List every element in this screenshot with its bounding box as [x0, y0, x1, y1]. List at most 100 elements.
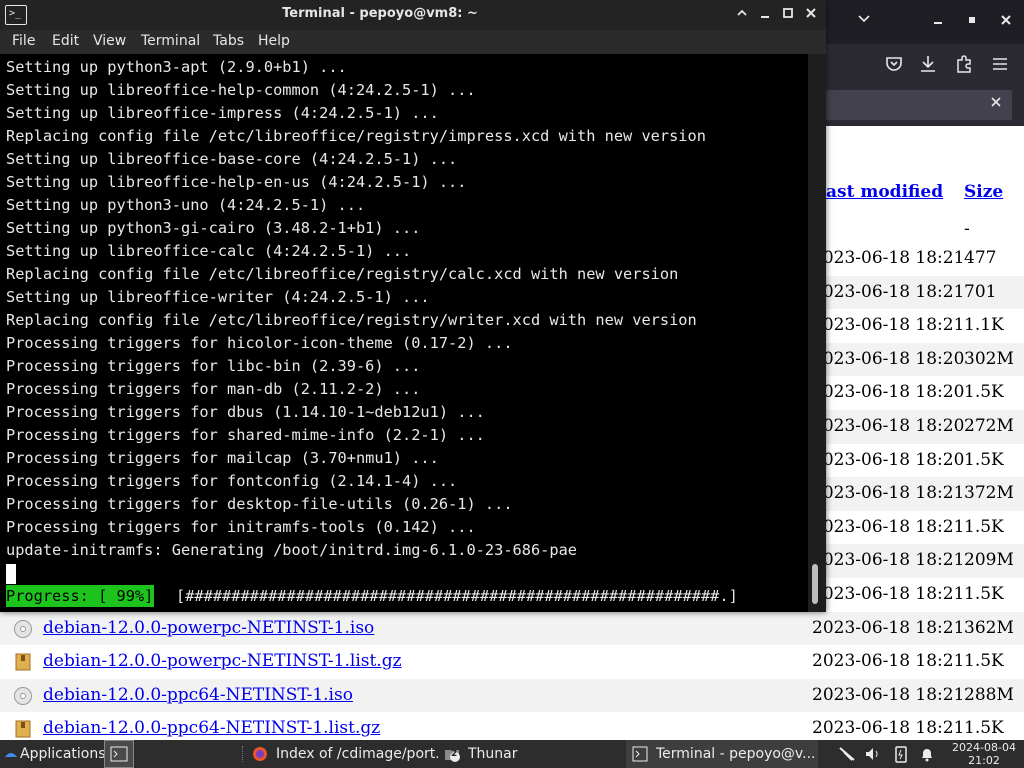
firefox-icon — [253, 747, 267, 761]
last-modified-cell: 2023-06-18 18:21 — [812, 483, 965, 504]
minimize-icon[interactable] — [926, 10, 950, 32]
volume-icon[interactable] — [862, 740, 884, 768]
menu-view[interactable]: View — [93, 33, 126, 49]
taskbar-separator — [242, 746, 245, 762]
terminal-line: Setting up python3-gi-cairo (3.48.2-1+b1… — [6, 219, 421, 237]
xfce-logo-icon — [5, 753, 17, 757]
terminal-line: Setting up libreoffice-help-common (4:24… — [6, 81, 476, 99]
disc-icon — [13, 619, 33, 639]
terminal-window: >_ Terminal - pepoyo@vm8: ~ File Edit Vi… — [0, 0, 826, 612]
size-cell: 1.5K — [964, 516, 1004, 537]
table-row: debian-12.0.0-powerpc-NETINST-1.iso 2023-… — [0, 611, 1024, 646]
pocket-icon[interactable] — [882, 52, 906, 76]
size-cell: 1.5K — [964, 584, 1004, 604]
last-modified-cell: 2023-06-18 18:20 — [812, 449, 965, 470]
size-cell: 477 — [964, 248, 997, 268]
tab-list-chevron-icon[interactable] — [852, 10, 876, 32]
size-cell: 1.1K — [964, 315, 1004, 336]
size-cell: 1.5K — [964, 449, 1004, 470]
terminal-line: Setting up python3-uno (4:24.2.5-1) ... — [6, 196, 366, 214]
taskbar-window-browser[interactable]: Index of /cdimage/port... — [250, 740, 438, 768]
last-modified-cell: 2023-06-18 18:21 — [812, 315, 965, 336]
size-cell: 209M — [964, 550, 1014, 571]
size-cell: 362M — [964, 617, 1014, 638]
file-link[interactable]: debian-12.0.0-ppc64-NETINST-1.iso — [43, 679, 353, 712]
taskbar: Applications Index of /cdimage/port... 2… — [0, 740, 1024, 768]
terminal-icon — [632, 746, 648, 762]
chevron-up-icon[interactable] — [733, 6, 751, 24]
terminal-line: Setting up python3-apt (2.9.0+b1) ... — [6, 58, 347, 76]
terminal-line: Processing triggers for initramfs-tools … — [6, 518, 476, 536]
applications-menu[interactable]: Applications — [0, 740, 104, 768]
terminal-scrollbar[interactable] — [808, 54, 826, 612]
terminal-line: Replacing config file /etc/libreoffice/r… — [6, 265, 679, 283]
terminal-line: Setting up libreoffice-base-core (4:24.2… — [6, 150, 458, 168]
file-link[interactable]: debian-12.0.0-powerpc-NETINST-1.iso — [43, 612, 374, 645]
menu-edit[interactable]: Edit — [52, 33, 79, 49]
minimize-icon[interactable] — [756, 6, 774, 24]
terminal-titlebar[interactable]: >_ Terminal - pepoyo@vm8: ~ — [0, 0, 826, 30]
text-cursor — [6, 564, 16, 584]
taskbar-window-label: Terminal - pepoyo@v... — [656, 746, 816, 762]
taskbar-window-label: Index of /cdimage/port... — [276, 746, 438, 762]
applications-label: Applications — [20, 746, 104, 762]
terminal-line: Processing triggers for hicolor-icon-the… — [6, 334, 513, 352]
taskbar-window-label: Thunar — [468, 746, 518, 762]
findbar-close-icon[interactable] — [990, 96, 1002, 112]
scrollbar-thumb[interactable] — [812, 564, 818, 604]
close-icon[interactable] — [802, 6, 820, 24]
terminal-line: Processing triggers for fontconfig (2.14… — [6, 472, 458, 490]
maximize-icon[interactable] — [779, 6, 797, 24]
find-input[interactable] — [826, 90, 1012, 120]
last-modified-header[interactable]: ast modified — [826, 182, 943, 202]
progress-label: Progress: [ 99%] — [6, 585, 155, 607]
extensions-icon[interactable] — [952, 52, 976, 76]
table-row: debian-12.0.0-ppc64-NETINST-1.iso 2023-06… — [0, 678, 1024, 713]
window-title: Terminal - pepoyo@vm8: ~ — [282, 6, 478, 21]
size-cell: 1.5K — [964, 651, 1004, 672]
size-cell: 1.5K — [964, 382, 1004, 403]
file-link[interactable]: debian-12.0.0-powerpc-NETINST-1.list.gz — [43, 645, 402, 678]
browser-titlebar — [826, 0, 1024, 44]
last-modified-cell: 2023-06-18 18:21 — [812, 281, 965, 302]
terminal-line: Replacing config file /etc/libreoffice/r… — [6, 311, 697, 329]
size-header[interactable]: Size — [964, 182, 1003, 202]
terminal-output[interactable]: Setting up python3-apt (2.9.0+b1) ... Set… — [0, 54, 808, 612]
terminal-line: Processing triggers for dbus (1.14.10-1~… — [6, 403, 485, 421]
archive-icon — [13, 652, 33, 672]
window-count-badge: 2 — [451, 749, 458, 759]
menu-file[interactable]: File — [12, 33, 35, 49]
terminal-line: Replacing config file /etc/libreoffice/r… — [6, 127, 706, 145]
terminal-line: Processing triggers for desktop-file-uti… — [6, 495, 513, 513]
size-cell: 701 — [964, 281, 997, 302]
downloads-icon[interactable] — [916, 52, 940, 76]
terminal-line: Setting up libreoffice-writer (4:24.2.5-… — [6, 288, 430, 306]
battery-icon[interactable] — [890, 740, 912, 768]
size-cell: 372M — [964, 483, 1014, 504]
progress-bar-text: [#######################################… — [176, 587, 738, 605]
clock[interactable]: 2024-08-04 21:02 — [946, 741, 1022, 767]
terminal-line: Setting up libreoffice-impress (4:24.2.5… — [6, 104, 439, 122]
last-modified-cell: 2023-06-18 18:21 — [812, 516, 965, 537]
terminal-line: Processing triggers for shared-mime-info… — [6, 426, 485, 444]
last-modified-cell: 2023-06-18 18:20 — [812, 382, 965, 403]
menu-help[interactable]: Help — [258, 33, 290, 49]
terminal-line: Processing triggers for mailcap (3.70+nm… — [6, 449, 439, 467]
menu-terminal[interactable]: Terminal — [141, 33, 200, 49]
clock-time: 21:02 — [968, 754, 1000, 767]
clock-date: 2024-08-04 — [952, 741, 1016, 754]
last-modified-cell: 2023-06-18 18:20 — [812, 348, 965, 369]
menu-tabs[interactable]: Tabs — [213, 33, 244, 49]
network-icon[interactable] — [836, 740, 858, 768]
size-cell: 272M — [964, 416, 1014, 436]
terminal-line: update-initramfs: Generating /boot/initr… — [6, 541, 577, 559]
menu-hamburger-icon[interactable] — [988, 52, 1012, 76]
close-icon[interactable] — [994, 10, 1018, 32]
terminal-launcher-icon[interactable] — [104, 740, 134, 768]
maximize-icon[interactable] — [960, 10, 984, 32]
taskbar-window-terminal[interactable]: Terminal - pepoyo@v... — [626, 740, 818, 768]
disc-icon — [13, 686, 33, 706]
notifications-bell-icon[interactable] — [916, 740, 938, 768]
last-modified-cell: 2023-06-18 18:20 — [812, 416, 965, 436]
taskbar-window-thunar[interactable]: 2 Thunar — [438, 740, 622, 768]
